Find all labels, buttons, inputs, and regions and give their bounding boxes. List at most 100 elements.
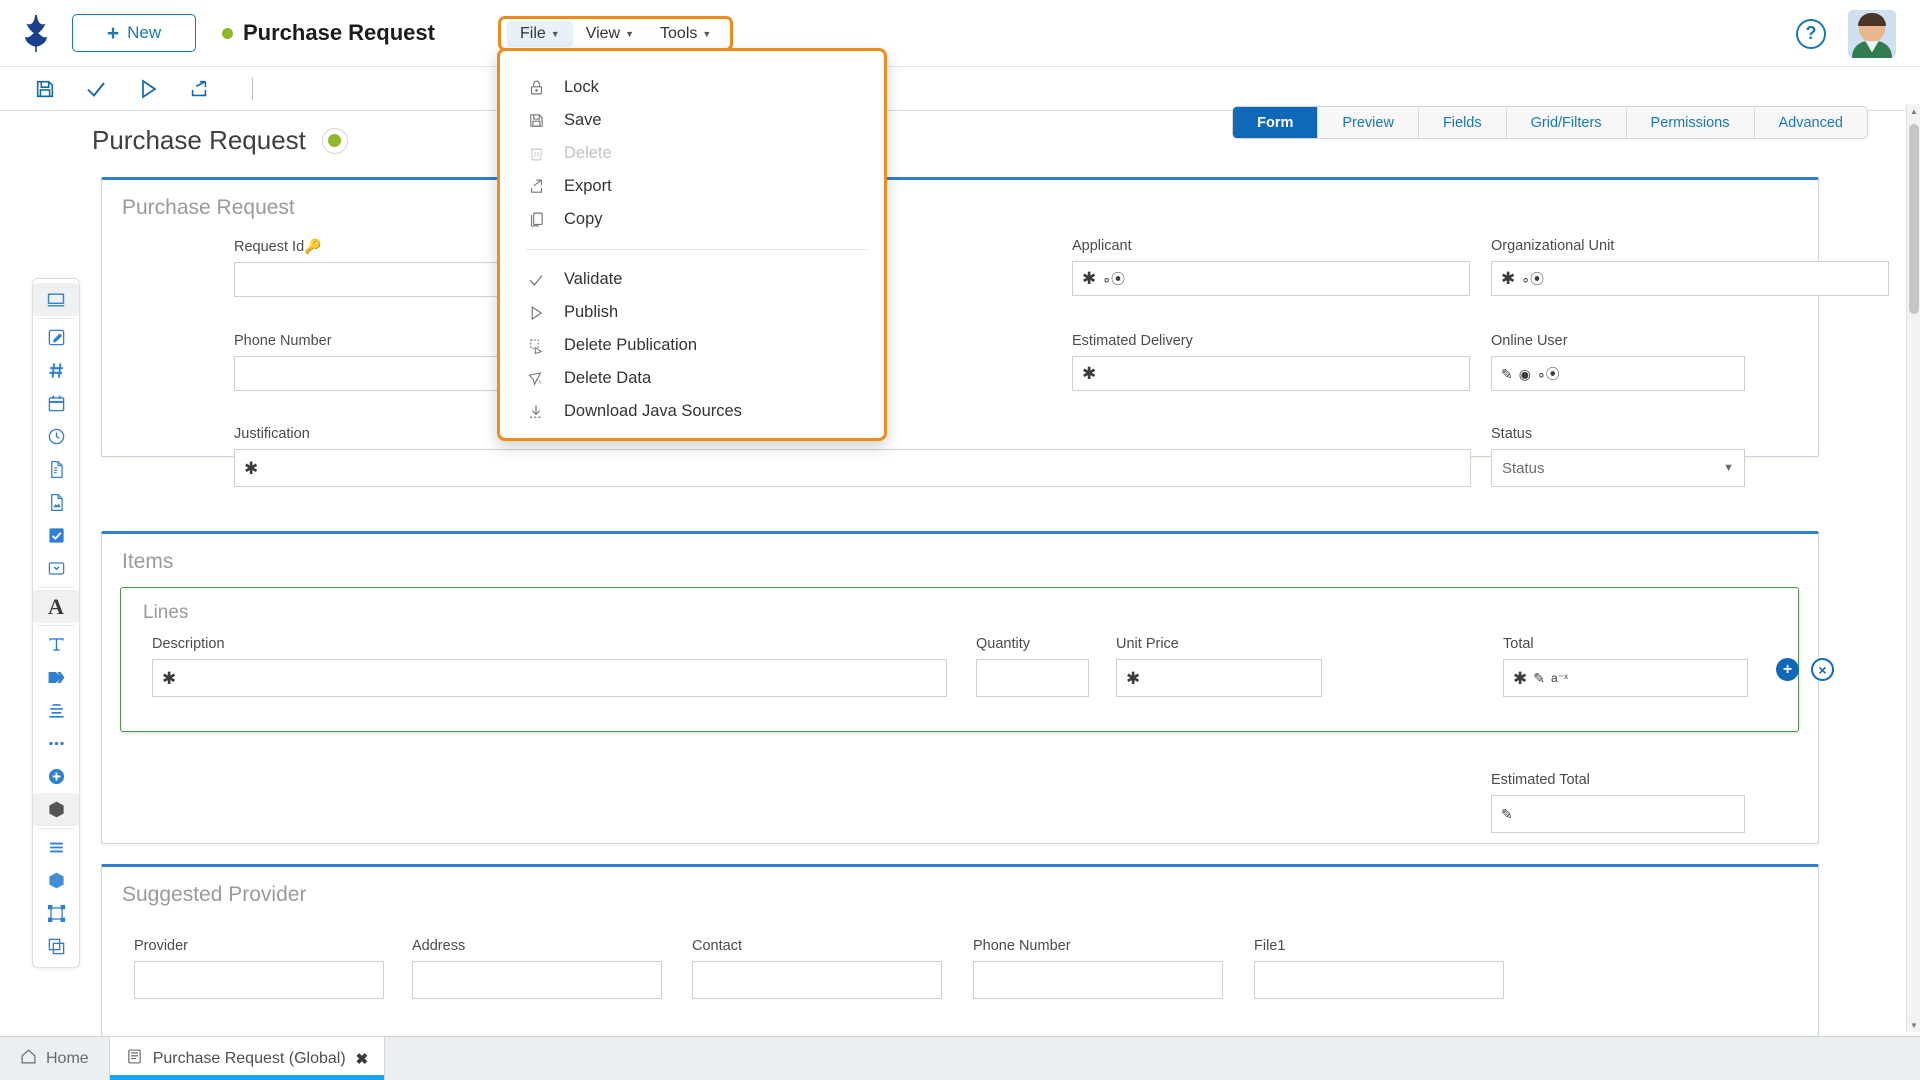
menu-item-publish[interactable]: Publish <box>500 296 884 329</box>
rail-item-checkbox-icon[interactable] <box>33 519 79 552</box>
field-estimated-total-input[interactable]: ✎ <box>1491 795 1745 833</box>
field-file1: File1 <box>1254 938 1504 999</box>
field-organizational-unit-input[interactable]: ✱ ∘⦿ <box>1491 261 1889 296</box>
close-icon[interactable]: ✖ <box>356 1050 369 1068</box>
rail-item-align-icon[interactable] <box>33 694 79 727</box>
menu-item-delete-publication[interactable]: Delete Publication <box>500 329 884 362</box>
field-status-label: Status <box>1491 426 1745 442</box>
rail-item-dropdown-icon[interactable] <box>33 552 79 585</box>
export-icon[interactable] <box>188 78 210 100</box>
field-total-input[interactable]: ✱ ✎ a⁻ˣ <box>1503 659 1748 697</box>
new-button[interactable]: + New <box>72 14 196 52</box>
publish-icon[interactable] <box>136 77 160 101</box>
rail-item-layers-icon[interactable] <box>33 930 79 963</box>
help-icon[interactable]: ? <box>1796 19 1826 49</box>
menu-tools[interactable]: Tools ▼ <box>647 21 724 47</box>
menu-file[interactable]: File ▼ <box>507 21 573 47</box>
vertical-scrollbar[interactable]: ▲ ▼ <box>1906 104 1920 1032</box>
scroll-up-arrow[interactable]: ▲ <box>1907 104 1920 118</box>
field-file1-input[interactable] <box>1254 961 1504 999</box>
pencil-icon: ✎ <box>1501 367 1513 381</box>
field-online-user: Online User ✎ ◉ ∘⦿ <box>1491 333 1745 391</box>
add-line-button[interactable]: + <box>1776 658 1799 681</box>
field-contact-input[interactable] <box>692 961 942 999</box>
field-quantity-input[interactable] <box>976 659 1089 697</box>
rail-item-file-text-icon[interactable] <box>33 453 79 486</box>
tab-advanced[interactable]: Advanced <box>1755 107 1868 138</box>
main-content: Purchase Request Form Preview Fields Gri… <box>0 111 1920 1036</box>
validate-icon[interactable] <box>84 77 108 101</box>
rail-item-desktop-icon[interactable] <box>33 283 79 316</box>
check-icon <box>526 271 546 289</box>
field-contact: Contact <box>692 938 942 999</box>
field-total: Total ✱ ✎ a⁻ˣ <box>1503 636 1748 697</box>
field-online-user-label: Online User <box>1491 333 1745 349</box>
tab-permissions[interactable]: Permissions <box>1627 107 1755 138</box>
asterisk-icon: ✱ <box>1513 670 1527 687</box>
menu-item-export-label: Export <box>564 177 612 196</box>
field-online-user-input[interactable]: ✎ ◉ ∘⦿ <box>1491 356 1745 391</box>
rail-item-edit-icon[interactable] <box>33 321 79 354</box>
menu-item-validate[interactable]: Validate <box>500 263 884 296</box>
rail-item-file-image-icon[interactable] <box>33 486 79 519</box>
tab-form[interactable]: Form <box>1233 107 1318 138</box>
menu-bar: File ▼ View ▼ Tools ▼ <box>498 16 733 51</box>
menu-item-lock[interactable]: Lock <box>500 71 884 104</box>
rail-item-ellipsis-icon[interactable] <box>33 727 79 760</box>
avatar[interactable] <box>1848 10 1896 58</box>
field-status-select[interactable]: Status ▼ <box>1491 449 1745 487</box>
home-icon <box>20 1048 37 1070</box>
export-icon <box>526 178 546 195</box>
menu-item-download-java-sources[interactable]: Download Java Sources <box>500 395 884 428</box>
menu-item-copy[interactable]: Copy <box>500 203 884 236</box>
rail-item-group-icon[interactable] <box>33 897 79 930</box>
rail-item-cube-outline-icon[interactable] <box>33 864 79 897</box>
field-applicant-input[interactable]: ✱ ∘⦿ <box>1072 261 1470 296</box>
field-description: Description ✱ <box>152 636 947 697</box>
rail-item-tags-icon[interactable] <box>33 661 79 694</box>
pencil-icon: ✎ <box>1533 671 1545 685</box>
items-panel: Items Lines Description ✱ Quantity Unit … <box>101 531 1819 844</box>
header-right-group: ? <box>1796 0 1896 67</box>
menu-item-export[interactable]: Export <box>500 170 884 203</box>
field-provider-input[interactable] <box>134 961 384 999</box>
rail-item-font-icon[interactable]: A <box>33 590 79 623</box>
company-logo[interactable] <box>0 13 72 53</box>
menu-item-save[interactable]: Save <box>500 104 884 137</box>
link-node-icon: ∘⦿ <box>1537 367 1560 381</box>
field-applicant-label: Applicant <box>1072 238 1470 254</box>
rail-item-clock-icon[interactable] <box>33 420 79 453</box>
rail-item-add-circle-icon[interactable] <box>33 760 79 793</box>
rail-item-cube-icon[interactable] <box>33 793 79 826</box>
taskbar-tab-purchase-request[interactable]: Purchase Request (Global) ✖ <box>109 1037 386 1080</box>
tab-fields[interactable]: Fields <box>1419 107 1507 138</box>
scroll-down-arrow[interactable]: ▼ <box>1907 1018 1920 1032</box>
tab-preview[interactable]: Preview <box>1318 107 1419 138</box>
field-provider-phone-number-input[interactable] <box>973 961 1223 999</box>
rail-item-number-icon[interactable] <box>33 354 79 387</box>
remove-line-button[interactable]: × <box>1811 658 1834 681</box>
rail-item-text-height-icon[interactable] <box>33 628 79 661</box>
field-file1-label: File1 <box>1254 938 1504 954</box>
tab-grid-filters[interactable]: Grid/Filters <box>1507 107 1627 138</box>
field-justification-input[interactable]: ✱ <box>234 449 1471 487</box>
field-estimated-delivery-input[interactable]: ✱ <box>1072 356 1470 391</box>
rail-item-list-icon[interactable] <box>33 831 79 864</box>
menu-file-label: File <box>520 25 546 43</box>
widget-palette-rail: A <box>32 278 80 968</box>
menu-view[interactable]: View ▼ <box>573 21 647 47</box>
field-provider-phone-number: Phone Number <box>973 938 1223 999</box>
view-tabs: Form Preview Fields Grid/Filters Permiss… <box>1232 106 1868 139</box>
menu-item-delete-data[interactable]: Delete Data <box>500 362 884 395</box>
rail-item-calendar-icon[interactable] <box>33 387 79 420</box>
field-unit-price-input[interactable]: ✱ <box>1116 659 1322 697</box>
save-icon[interactable] <box>34 78 56 100</box>
menu-item-delete-publication-label: Delete Publication <box>564 336 697 355</box>
field-description-input[interactable]: ✱ <box>152 659 947 697</box>
scrollbar-thumb[interactable] <box>1909 124 1919 314</box>
field-address-input[interactable] <box>412 961 662 999</box>
field-applicant: Applicant ✱ ∘⦿ <box>1072 238 1470 296</box>
line-actions: + × <box>1776 658 1834 681</box>
asterisk-icon: ✱ <box>1082 270 1096 287</box>
taskbar-home-button[interactable]: Home <box>0 1037 109 1080</box>
